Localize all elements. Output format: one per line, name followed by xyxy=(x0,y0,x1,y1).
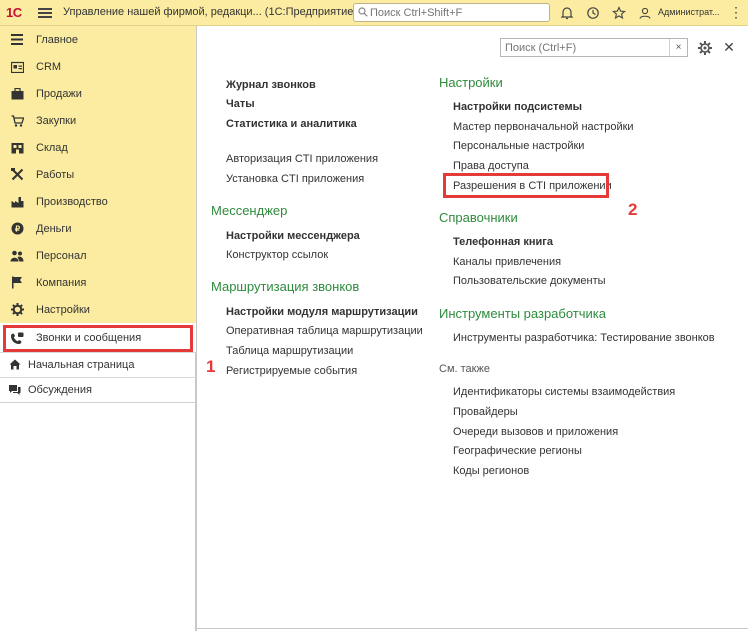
sidebar-item-crm[interactable]: CRM xyxy=(0,53,196,80)
sidebar-item-warehouse[interactable]: Склад xyxy=(0,134,196,161)
sidebar-item-label: Работы xyxy=(36,168,75,181)
sidebar-item-label: Производство xyxy=(36,195,108,208)
flag-icon xyxy=(10,276,24,290)
star-icon[interactable] xyxy=(610,4,628,22)
close-panel-icon[interactable]: ✕ xyxy=(721,39,737,55)
sidebar-item-label: Продажи xyxy=(36,87,82,100)
section-title-references: Справочники xyxy=(439,210,518,225)
svg-text:₽: ₽ xyxy=(14,225,19,234)
link-subsystem-settings[interactable]: Настройки подсистемы xyxy=(453,101,582,113)
link-operative-routing-table[interactable]: Оперативная таблица маршрутизации xyxy=(226,325,423,337)
see-also-title: См. также xyxy=(439,363,490,375)
link-routing-table[interactable]: Таблица маршрутизации xyxy=(226,345,353,357)
sidebar-item-label: Компания xyxy=(36,276,87,289)
coin-icon: ₽ xyxy=(10,222,24,236)
global-search-field[interactable] xyxy=(353,3,550,22)
cart-icon xyxy=(10,114,24,128)
top-bar: 1С Управление нашей фирмой, редакци... (… xyxy=(0,0,748,26)
more-menu-icon[interactable]: ⋮ xyxy=(728,4,744,22)
panel-search-input[interactable] xyxy=(505,40,669,55)
link-access-rights[interactable]: Права доступа xyxy=(453,160,529,172)
section-title-routing: Маршрутизация звонков xyxy=(211,279,360,294)
link-dev-tools-call-testing[interactable]: Инструменты разработчика: Тестирование з… xyxy=(453,332,715,344)
discussions-tab[interactable]: Обсуждения xyxy=(0,377,196,401)
app-logo[interactable]: 1С xyxy=(6,5,22,20)
chat-bubbles-icon xyxy=(8,383,21,396)
link-call-queues[interactable]: Очереди вызовов и приложения xyxy=(453,426,618,438)
link-interaction-system-ids[interactable]: Идентификаторы системы взаимодействия xyxy=(453,386,675,398)
factory-icon xyxy=(10,195,24,209)
history-icon[interactable] xyxy=(584,4,602,22)
home-page-tab[interactable]: Начальная страница xyxy=(0,352,196,376)
sidebar-item-label: Звонки и сообщения xyxy=(36,332,142,344)
sidebar-item-label: Деньги xyxy=(36,222,72,235)
link-providers[interactable]: Провайдеры xyxy=(453,406,518,418)
link-attraction-channels[interactable]: Каналы привлечения xyxy=(453,256,561,268)
sidebar-item-settings[interactable]: Настройки xyxy=(0,296,196,323)
sidebar-item-label: Закупки xyxy=(36,114,77,127)
sections-sidebar: Главное CRM Продажи Закупки Склад Работы… xyxy=(0,26,196,631)
link-routing-settings[interactable]: Настройки модуля маршрутизации xyxy=(226,306,418,318)
crm-card-icon xyxy=(10,60,24,74)
discussions-label: Обсуждения xyxy=(28,383,92,396)
step-number-1: 1 xyxy=(206,357,216,376)
sidebar-item-production[interactable]: Производство xyxy=(0,188,196,215)
step-number-2: 2 xyxy=(628,200,638,219)
sidebar-item-sales[interactable]: Продажи xyxy=(0,80,196,107)
section-title-dev-tools: Инструменты разработчика xyxy=(439,306,606,321)
user-name[interactable]: Администрат... xyxy=(658,7,720,17)
gear-icon xyxy=(10,303,24,317)
global-search-input[interactable] xyxy=(370,5,546,20)
sidebar-item-calls-messages[interactable]: Звонки и сообщения xyxy=(0,323,196,353)
sidebar-item-label: CRM xyxy=(36,60,62,73)
link-user-documents[interactable]: Пользовательские документы xyxy=(453,275,606,287)
sidebar-item-label: Главное xyxy=(36,33,79,46)
link-phone-book[interactable]: Телефонная книга xyxy=(453,236,553,248)
link-geographic-regions[interactable]: Географические регионы xyxy=(453,445,582,457)
home-page-label: Начальная страница xyxy=(28,358,135,371)
sidebar-item-main[interactable]: Главное xyxy=(0,26,196,53)
link-link-constructor[interactable]: Конструктор ссылок xyxy=(226,249,328,261)
section-title-messenger: Мессенджер xyxy=(211,203,288,218)
warehouse-icon xyxy=(10,141,24,155)
link-initial-setup-wizard[interactable]: Мастер первоначальной настройки xyxy=(453,121,634,133)
sidebar-item-purchases[interactable]: Закупки xyxy=(0,107,196,134)
clear-search-button[interactable]: × xyxy=(669,39,687,56)
main-menu-icon[interactable] xyxy=(38,6,52,20)
sidebar-item-label: Склад xyxy=(36,141,68,154)
section-panel: × ✕ Журнал звонков Чаты Статистика и ана… xyxy=(196,26,748,631)
panel-search-field[interactable]: × xyxy=(500,38,688,57)
link-call-journal[interactable]: Журнал звонков xyxy=(226,79,316,91)
people-icon xyxy=(10,249,24,263)
panel-settings-gear-icon[interactable] xyxy=(697,40,713,56)
phone-icon xyxy=(10,331,24,345)
tools-icon xyxy=(10,168,24,182)
link-messenger-settings[interactable]: Настройки мессенджера xyxy=(226,230,360,242)
sidebar-item-works[interactable]: Работы xyxy=(0,161,196,188)
link-statistics[interactable]: Статистика и аналитика xyxy=(226,118,357,130)
menu-lines-icon xyxy=(10,33,24,47)
app-title: Управление нашей фирмой, редакци... (1С:… xyxy=(63,6,358,18)
sidebar-divider xyxy=(0,402,196,403)
section-title-settings: Настройки xyxy=(439,75,503,90)
link-chats[interactable]: Чаты xyxy=(226,98,255,110)
sidebar-item-company[interactable]: Компания xyxy=(0,269,196,296)
search-icon xyxy=(358,7,368,17)
sidebar-item-label: Персонал xyxy=(36,249,87,262)
briefcase-icon xyxy=(10,87,24,101)
link-cti-permissions[interactable]: Разрешения в CTI приложении xyxy=(453,180,612,192)
link-cti-auth[interactable]: Авторизация CTI приложения xyxy=(226,153,378,165)
user-icon[interactable] xyxy=(636,4,654,22)
sidebar-item-personnel[interactable]: Персонал xyxy=(0,242,196,269)
link-cti-install[interactable]: Установка CTI приложения xyxy=(226,173,364,185)
link-region-codes[interactable]: Коды регионов xyxy=(453,465,529,477)
home-icon xyxy=(8,358,21,371)
bottom-border xyxy=(196,628,748,629)
bell-icon[interactable] xyxy=(558,4,576,22)
link-registered-events[interactable]: Регистрируемые события xyxy=(226,365,357,377)
sidebar-item-label: Настройки xyxy=(36,303,90,316)
sidebar-item-money[interactable]: ₽ Деньги xyxy=(0,215,196,242)
link-personal-settings[interactable]: Персональные настройки xyxy=(453,140,584,152)
